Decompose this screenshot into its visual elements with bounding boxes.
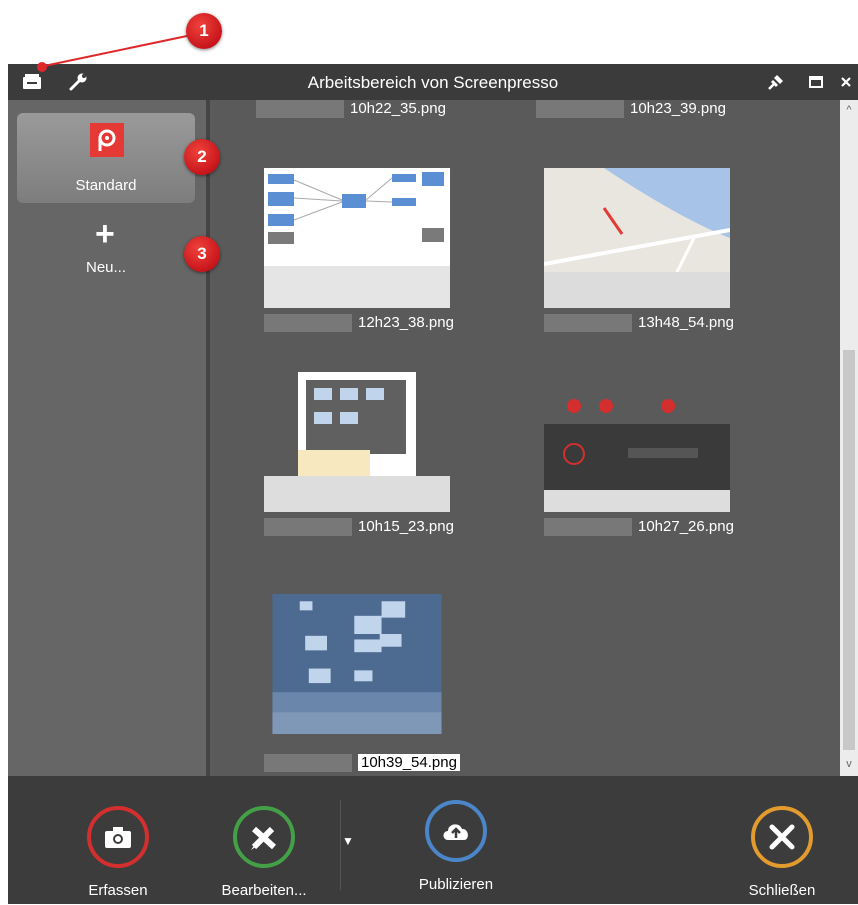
blurred-prefix (544, 518, 632, 537)
scroll-up-icon[interactable]: ^ (840, 104, 858, 120)
file-caption: 10h27_26.png (638, 518, 734, 535)
blurred-prefix (544, 314, 632, 333)
file-caption-selected: 10h39_54.png (358, 754, 460, 771)
close-button[interactable]: Schließen (722, 806, 842, 899)
thumbnail-workspace (264, 372, 450, 512)
thumbnail-selected (272, 594, 442, 734)
file-caption: 13h48_54.png (638, 314, 734, 331)
close-x-icon (751, 806, 813, 868)
edit-tools-icon (233, 806, 295, 868)
blurred-prefix (264, 754, 352, 773)
thumbnail-map (544, 168, 730, 308)
file-caption: 10h15_23.png (358, 518, 454, 535)
profile-standard[interactable]: Standard (17, 113, 195, 203)
blurred-prefix (264, 314, 352, 333)
file-caption: 10h23_39.png (630, 100, 726, 117)
scrollbar-thumb[interactable] (843, 350, 855, 750)
action-toolbar: Erfassen Bearbeiten... ▼ Publizieren Sch… (8, 776, 858, 904)
callout-2: 2 (184, 139, 220, 175)
edit-dropdown-icon[interactable]: ▼ (342, 834, 354, 848)
toolbar-divider (340, 800, 341, 890)
thumbnail-video-dialog (544, 372, 730, 512)
thumbnail-diagram (264, 168, 450, 308)
file-caption: 10h22_35.png (350, 100, 446, 117)
edit-button[interactable]: Bearbeiten... (204, 806, 324, 899)
maximize-icon[interactable] (804, 71, 828, 93)
capture-button[interactable]: Erfassen (58, 806, 178, 899)
plus-icon: + (95, 215, 115, 253)
new-profile-label: Neu... (85, 259, 127, 276)
profile-label: Standard (75, 177, 137, 194)
publish-button[interactable]: Publizieren (396, 800, 516, 893)
workspace-window: Arbeitsbereich von Screenpresso Standard… (8, 64, 858, 904)
callout-1: 1 (186, 13, 222, 49)
close-label: Schließen (748, 882, 816, 899)
screenshot-gallery: 10h22_35.png 10h23_39.png 12h23_38.png 1… (212, 100, 840, 776)
file-caption: 12h23_38.png (358, 314, 454, 331)
screenpresso-logo-icon (90, 123, 124, 157)
blurred-prefix (536, 100, 624, 119)
edit-label: Bearbeiten... (221, 882, 307, 899)
capture-label: Erfassen (88, 882, 148, 899)
scroll-down-icon[interactable]: v (840, 758, 858, 774)
blurred-prefix (256, 100, 344, 119)
gallery-scrollbar[interactable]: ^ v (840, 100, 858, 776)
publish-label: Publizieren (418, 876, 494, 893)
blurred-prefix (264, 518, 352, 537)
callout-3: 3 (184, 236, 220, 272)
close-icon[interactable] (834, 71, 858, 93)
cloud-upload-icon (425, 800, 487, 862)
new-profile-button[interactable]: + Neu... (17, 215, 195, 295)
profile-sidebar: Standard + Neu... (8, 100, 210, 776)
camera-icon (87, 806, 149, 868)
pin-icon[interactable] (764, 71, 788, 93)
